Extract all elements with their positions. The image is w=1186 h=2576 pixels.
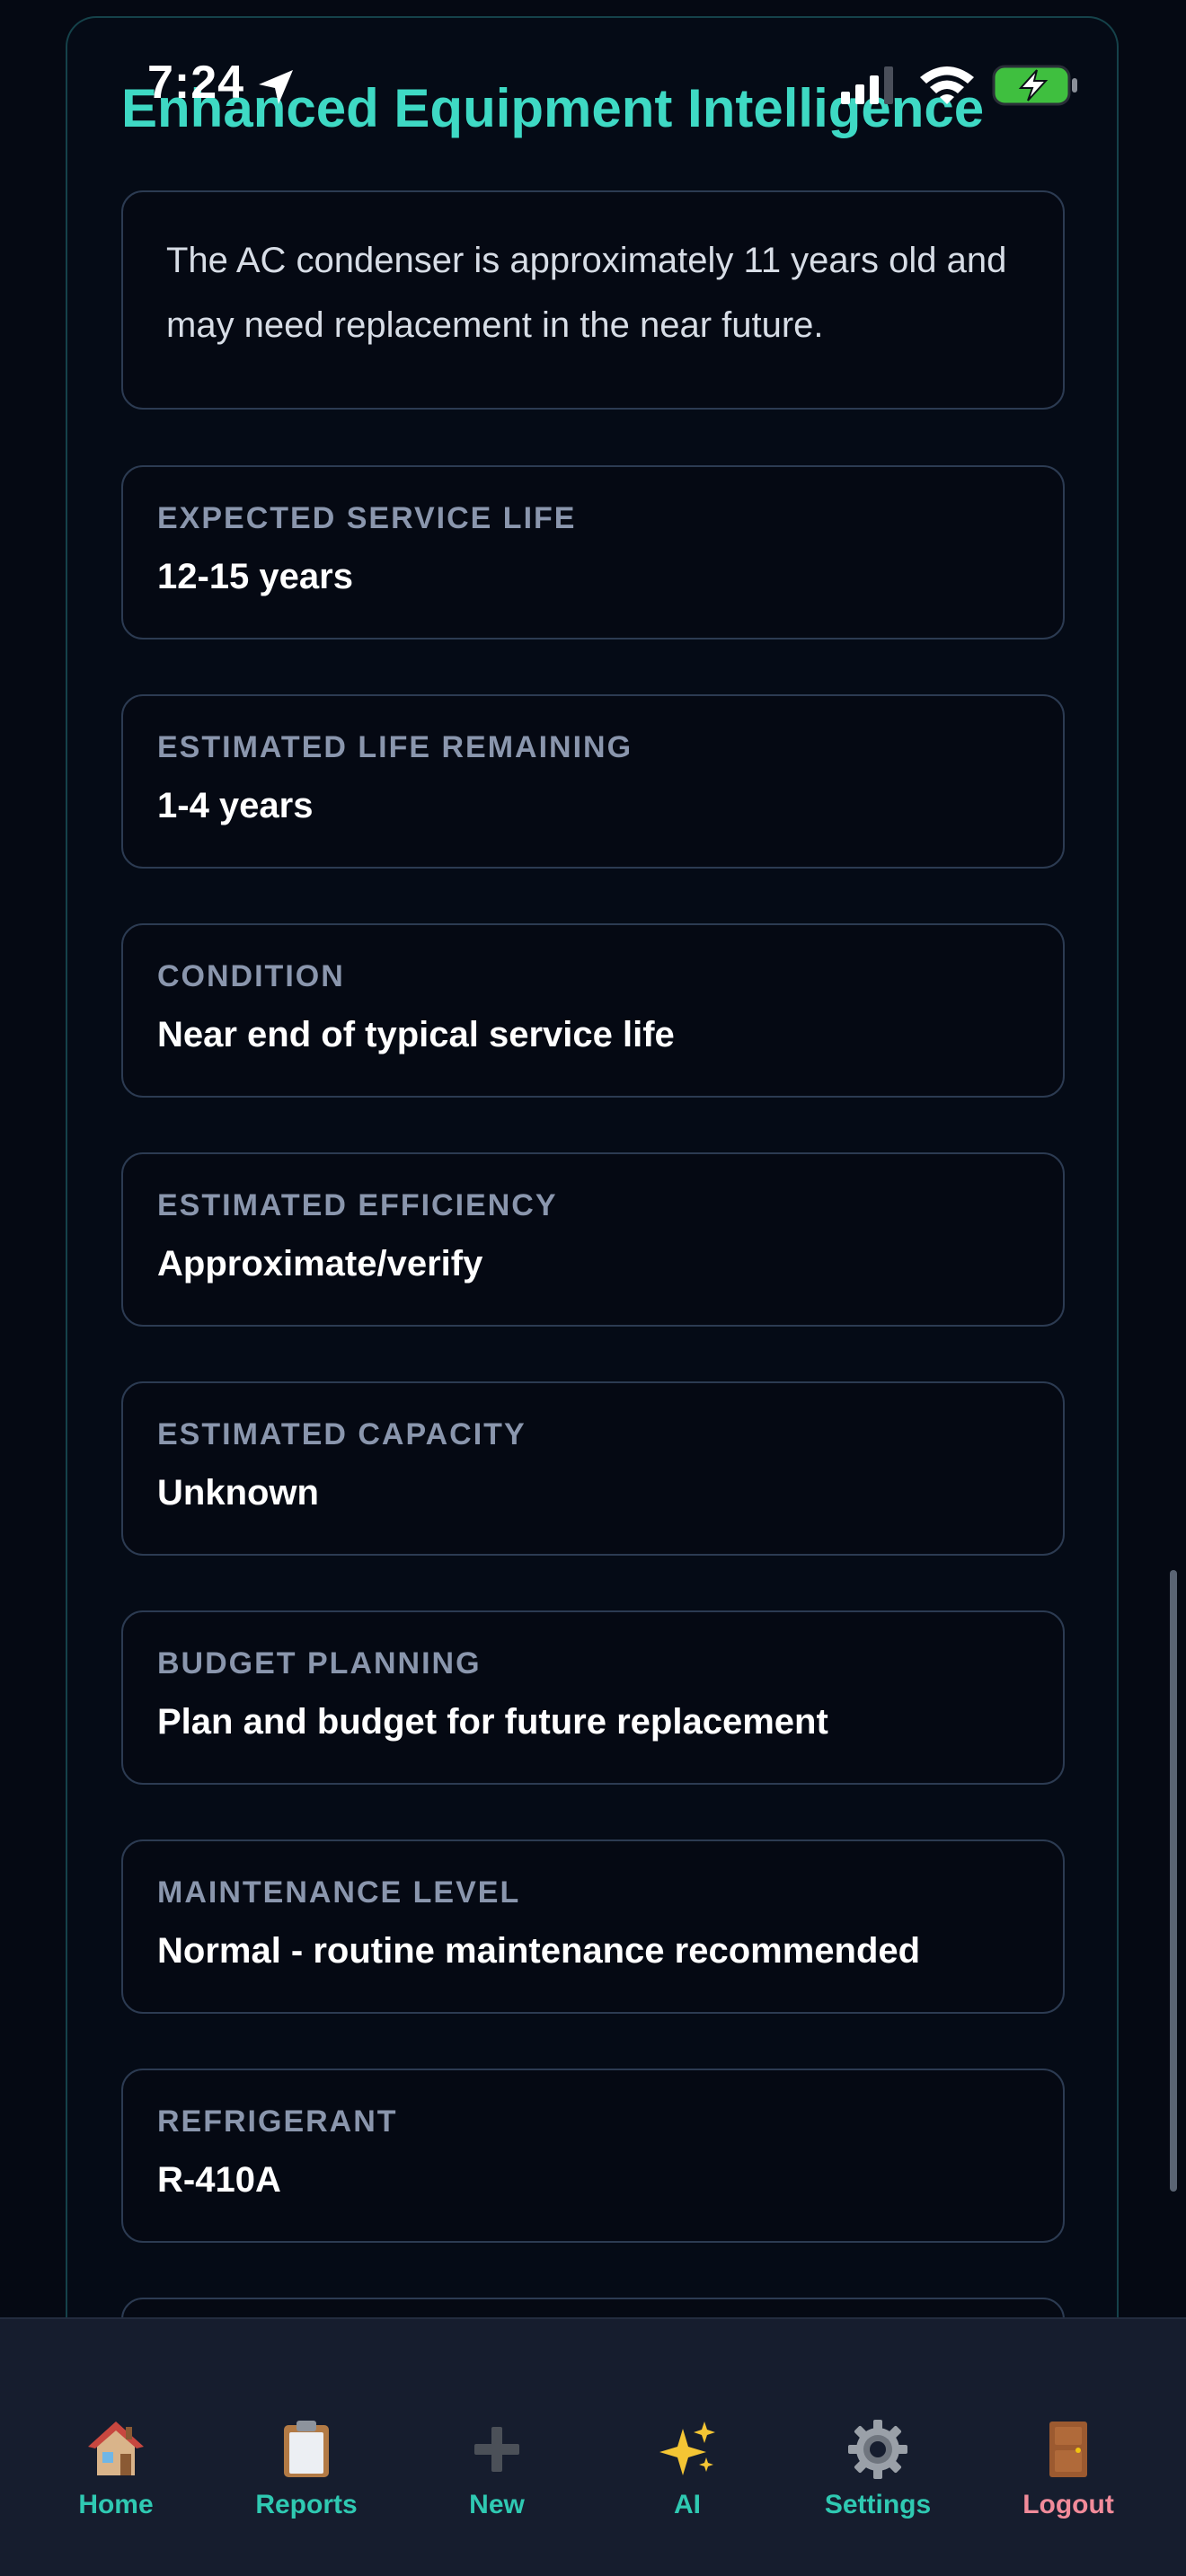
house-icon [88,2422,144,2475]
card-value: Approximate/verify [157,1244,483,1284]
gear-icon [848,2420,907,2479]
card-label: BUDGET PLANNING [157,1646,482,1681]
card-estimated-capacity: ESTIMATED CAPACITY Unknown [121,1381,1065,1556]
tab-label: AI [674,2490,701,2519]
clipboard-icon [284,2421,329,2477]
tab-ai[interactable]: AI [592,2418,783,2544]
card-value: 1-4 years [157,786,314,825]
card-label: ESTIMATED EFFICIENCY [157,1188,558,1222]
tab-logout[interactable]: Logout [973,2418,1164,2544]
summary-card: The AC condenser is approximately 11 yea… [121,190,1065,410]
card-label: MAINTENANCE LEVEL [157,1875,521,1910]
bottom-tab-bar: Home Reports New AI Settings Logout [0,2317,1186,2576]
tab-label: Logout [1022,2490,1114,2519]
tab-label: Reports [255,2490,358,2519]
tab-home[interactable]: Home [21,2418,211,2544]
card-estimated-efficiency: ESTIMATED EFFICIENCY Approximate/verify [121,1152,1065,1327]
card-value: Unknown [157,1473,319,1513]
sparkles-icon [659,2422,715,2475]
cellular-signal-icon [841,66,893,104]
card-value: Plan and budget for future replacement [157,1702,828,1742]
location-arrow-icon [259,70,293,104]
tab-label: New [469,2490,525,2519]
card-value: R-410A [157,2160,281,2200]
card-label: EXPECTED SERVICE LIFE [157,501,577,535]
card-label: REFRIGERANT [157,2104,398,2139]
card-value: Near end of typical service life [157,1015,675,1054]
scrollbar[interactable] [1170,1570,1177,2192]
card-maintenance-level: MAINTENANCE LEVEL Normal - routine maint… [121,1839,1065,2014]
tab-new[interactable]: New [402,2418,592,2544]
card-label: CONDITION [157,959,345,993]
card-estimated-life-remaining: ESTIMATED LIFE REMAINING 1-4 years [121,694,1065,869]
wifi-icon [920,66,974,104]
tab-label: Home [78,2490,154,2519]
card-label: ESTIMATED CAPACITY [157,1417,527,1451]
door-icon [1049,2422,1087,2477]
card-refrigerant: REFRIGERANT R-410A [121,2069,1065,2243]
card-budget-planning: BUDGET PLANNING Plan and budget for futu… [121,1610,1065,1785]
card-value: Normal - routine maintenance recommended [157,1931,921,1971]
summary-text: The AC condenser is approximately 11 yea… [166,241,1007,345]
battery-charging-icon [992,65,1077,106]
status-bar: 7:24 [0,0,1186,109]
card-condition: CONDITION Near end of typical service li… [121,923,1065,1098]
card-label: ESTIMATED LIFE REMAINING [157,730,633,764]
plus-icon [474,2427,519,2472]
status-time: 7:24 [147,57,245,109]
card-value: 12-15 years [157,557,353,596]
card-expected-service-life: EXPECTED SERVICE LIFE 12-15 years [121,465,1065,640]
tab-reports[interactable]: Reports [211,2418,402,2544]
tab-settings[interactable]: Settings [783,2418,973,2544]
tab-label: Settings [824,2490,932,2519]
